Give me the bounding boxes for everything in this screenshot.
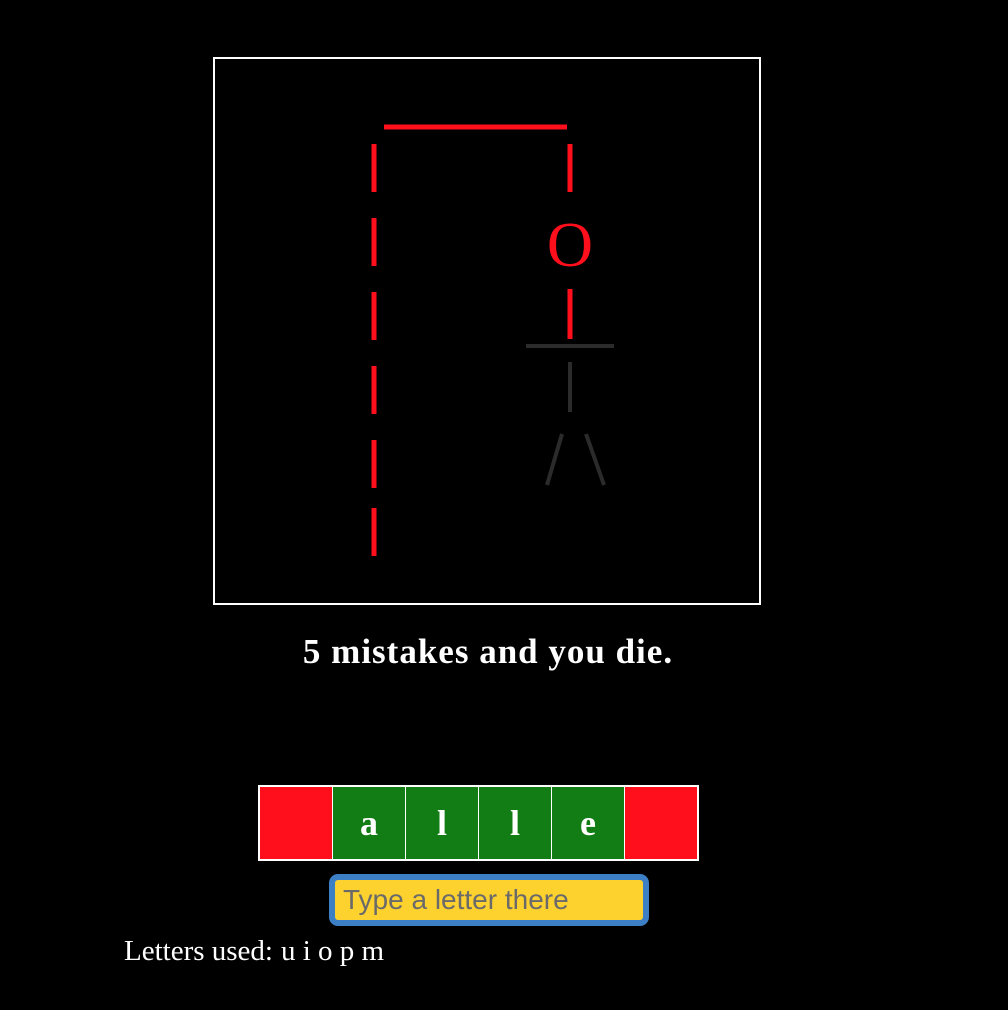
hangman-page: O 5 mistakes and you die. a l l e Letter…	[0, 0, 1008, 1010]
letter-input-focus-ring	[332, 877, 646, 923]
letter-tile	[624, 786, 698, 860]
hangman-head: O	[547, 209, 593, 280]
letters-used: Letters used: u i o p m	[124, 935, 392, 968]
word-display: a l l e	[258, 785, 699, 861]
letter-tile: e	[551, 786, 625, 860]
letter-tile: l	[405, 786, 479, 860]
hangman-left-leg	[545, 433, 564, 486]
letters-used-list: u i o p m	[280, 935, 385, 967]
letter-tile: a	[332, 786, 406, 860]
letter-tile	[259, 786, 333, 860]
hangman-right-leg	[584, 433, 606, 486]
letter-input[interactable]	[335, 880, 643, 920]
letters-used-label: Letters used:	[124, 935, 273, 967]
rules-text: 5 mistakes and you die.	[302, 632, 674, 671]
letter-tile: l	[478, 786, 552, 860]
gallows-frame: O	[213, 57, 761, 605]
